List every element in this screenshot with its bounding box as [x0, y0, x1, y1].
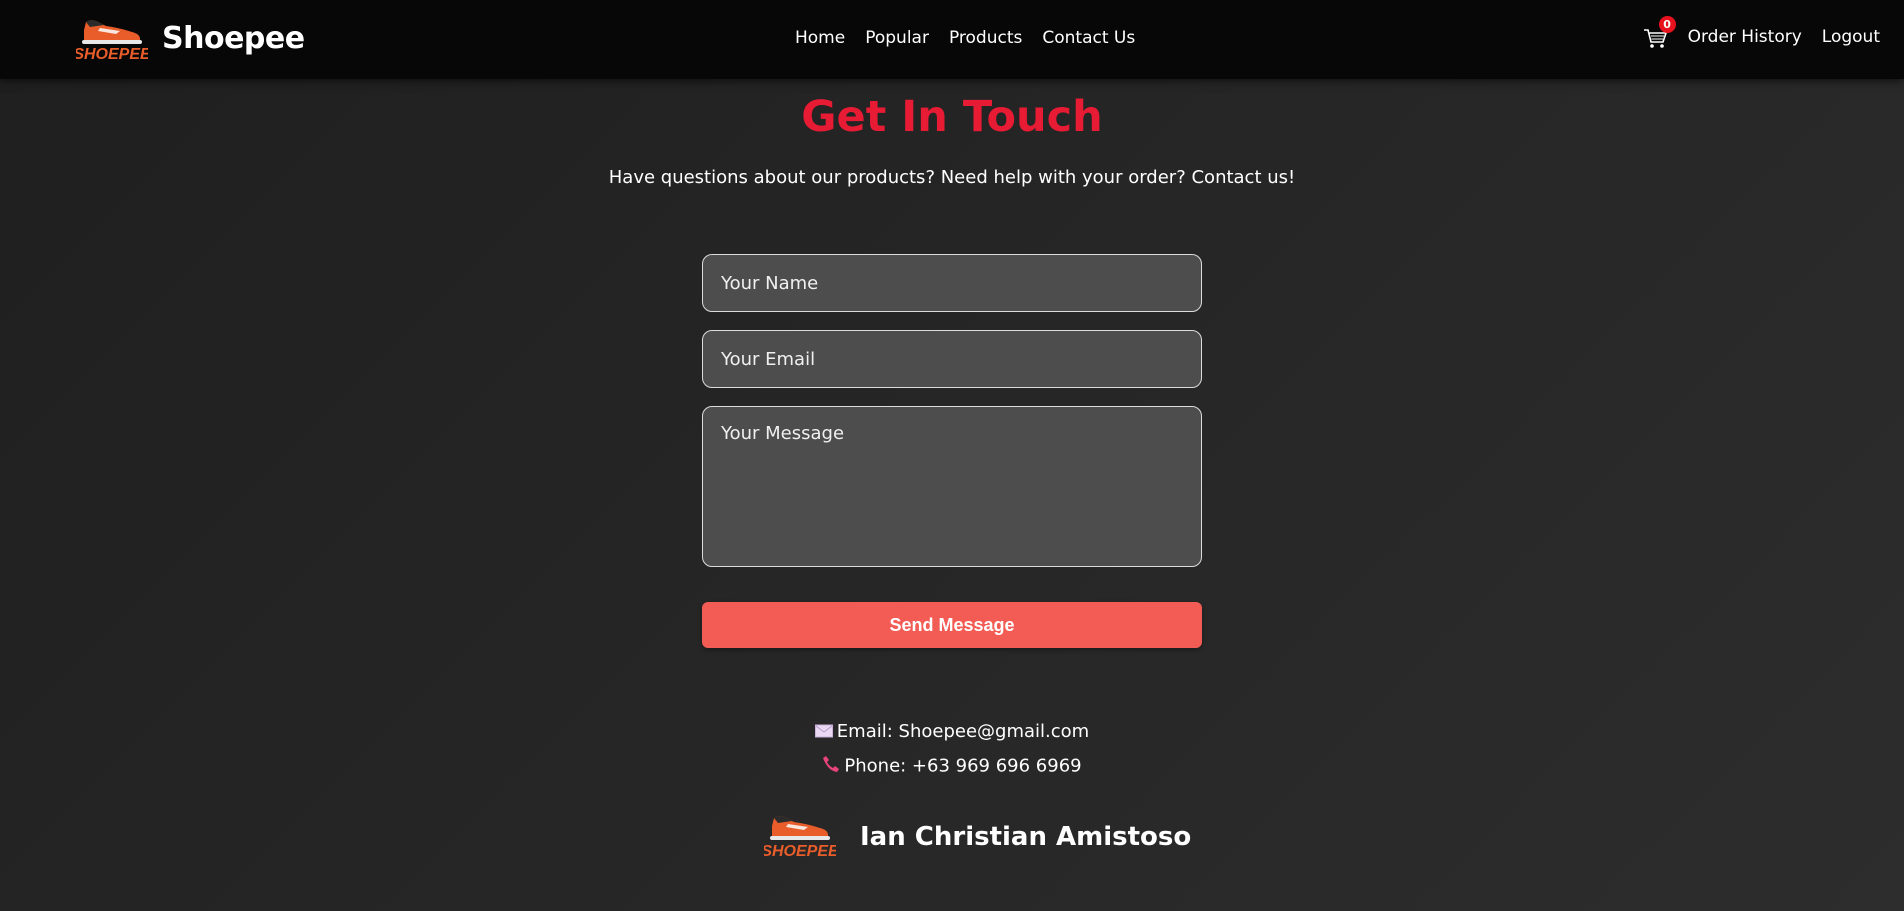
order-history-link[interactable]: Order History	[1688, 27, 1802, 47]
contact-phone: Phone: +63 969 696 6969	[0, 755, 1904, 778]
navbar: SHOEPEE Shoepee Home Popular Products Co…	[0, 0, 1904, 79]
svg-text:SHOEPEE: SHOEPEE	[76, 46, 148, 62]
envelope-icon	[814, 722, 833, 743]
contact-email: Email: Shoepee@gmail.com	[0, 721, 1904, 743]
nav-products[interactable]: Products	[949, 28, 1022, 48]
main-nav: Home Popular Products Contact Us	[795, 28, 1135, 48]
send-message-button[interactable]: Send Message	[702, 602, 1202, 648]
page-title: Get In Touch	[801, 92, 1103, 142]
footer-shoe-logo-icon: SHOEPEE	[761, 810, 840, 864]
name-input[interactable]	[702, 254, 1202, 312]
message-textarea[interactable]	[702, 406, 1202, 567]
page-subtitle: Have questions about our products? Need …	[608, 167, 1296, 188]
svg-text:SHOEPEE: SHOEPEE	[764, 843, 836, 860]
footer-author: Ian Christian Amistoso	[860, 822, 1192, 852]
cart-count-badge: 0	[1658, 16, 1676, 33]
brand-name: Shoepee	[162, 20, 305, 56]
phone-icon	[822, 755, 840, 778]
logout-link[interactable]: Logout	[1822, 27, 1880, 47]
nav-contact-us[interactable]: Contact Us	[1042, 28, 1135, 48]
brand[interactable]: SHOEPEE Shoepee	[73, 14, 305, 63]
footer: SHOEPEE Ian Christian Amistoso	[761, 810, 1192, 864]
contact-phone-text: Phone: +63 969 696 6969	[844, 755, 1082, 777]
cart-button[interactable]: 0	[1642, 16, 1676, 50]
shoe-logo-icon: SHOEPEE	[73, 14, 152, 63]
contact-email-text: Email: Shoepee@gmail.com	[836, 721, 1090, 742]
nav-popular[interactable]: Popular	[865, 28, 929, 48]
nav-home[interactable]: Home	[795, 28, 845, 48]
email-input[interactable]	[702, 330, 1202, 388]
nav-right: 0 Order History Logout	[1642, 16, 1880, 50]
